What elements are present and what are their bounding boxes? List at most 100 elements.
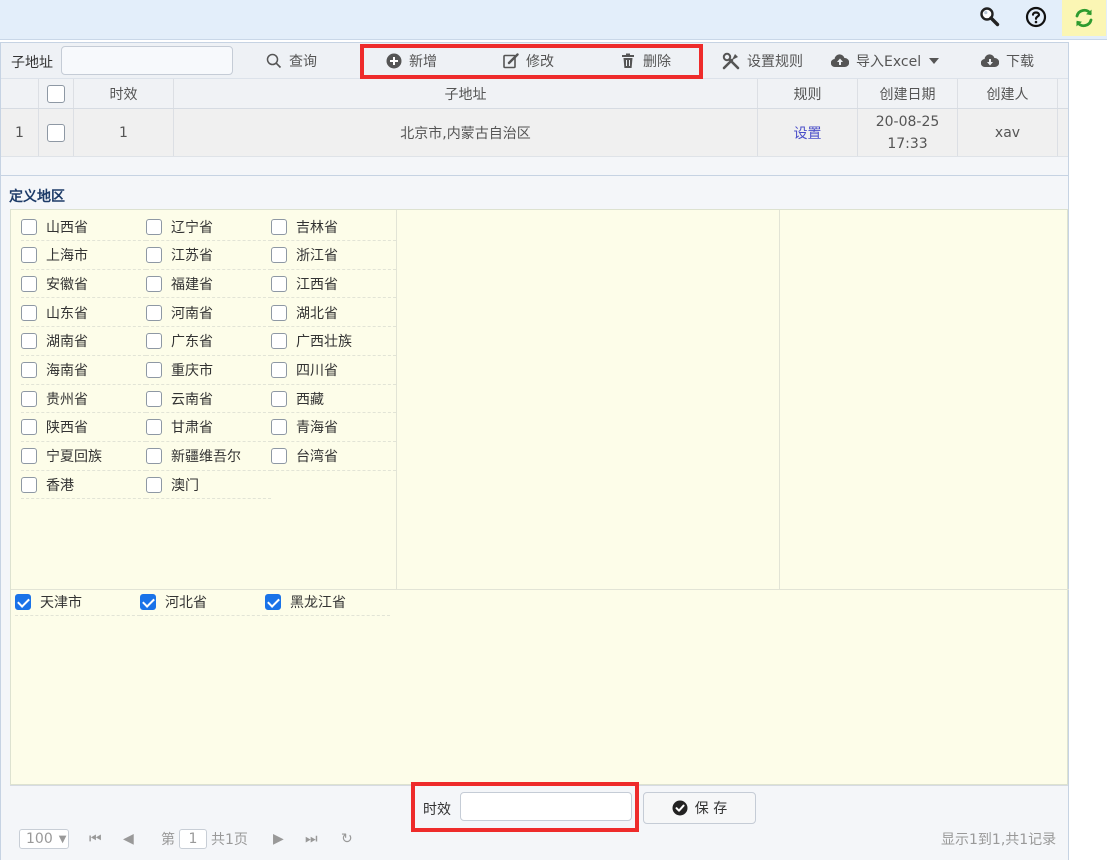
region-checkbox[interactable] <box>21 247 37 264</box>
region-checkbox-item[interactable]: 西藏 <box>271 385 396 414</box>
region-checkbox[interactable] <box>271 218 287 235</box>
region-checkbox[interactable] <box>21 304 37 321</box>
region-checkbox[interactable] <box>271 247 287 264</box>
add-button[interactable]: 新增 <box>386 51 437 71</box>
region-checkbox[interactable] <box>21 218 37 235</box>
region-checkbox[interactable] <box>21 333 37 350</box>
region-checkbox-item[interactable]: 陕西省 <box>21 414 146 442</box>
region-checkbox-item[interactable]: 江苏省 <box>146 242 271 270</box>
region-checkbox[interactable] <box>271 304 287 321</box>
region-checkbox[interactable] <box>271 390 287 407</box>
region-checkbox-item[interactable]: 香港 <box>21 471 146 500</box>
table-row[interactable]: 1 1 北京市,内蒙古自治区 设置 20-08-25 17:33 xav <box>1 109 1068 157</box>
region-checkbox-item[interactable]: 上海市 <box>21 242 146 270</box>
query-button[interactable]: 查询 <box>266 51 317 71</box>
region-checkbox-item[interactable]: 山西省 <box>21 213 146 241</box>
region-checkbox-item[interactable]: 广东省 <box>146 328 271 356</box>
region-checkbox-item[interactable]: 浙江省 <box>271 242 396 270</box>
region-checkbox[interactable] <box>21 390 37 407</box>
last-page-icon[interactable]: ⏭ <box>305 829 318 849</box>
region-checkbox[interactable] <box>21 419 37 436</box>
selected-region-checkbox[interactable] <box>15 593 31 610</box>
region-checkbox[interactable] <box>146 247 162 264</box>
region-checkbox[interactable] <box>271 362 287 378</box>
region-checkbox-item[interactable]: 湖南省 <box>21 328 146 356</box>
selected-region-item[interactable]: 天津市 <box>15 588 140 616</box>
region-checkbox-item[interactable]: 贵州省 <box>21 385 146 414</box>
selected-region-checkbox[interactable] <box>140 593 156 610</box>
region-checkbox-item[interactable]: 澳门 <box>146 471 271 500</box>
grid-empty-area <box>1 157 1068 175</box>
region-checkbox[interactable] <box>146 333 162 350</box>
region-checkbox[interactable] <box>271 333 287 350</box>
region-label: 甘肃省 <box>171 420 213 437</box>
region-checkbox-item[interactable]: 青海省 <box>271 414 396 442</box>
region-checkbox-item[interactable]: 河南省 <box>146 299 271 328</box>
page-number-input[interactable]: 1 <box>179 829 207 849</box>
row-checkbox[interactable] <box>47 123 65 142</box>
first-page-icon[interactable]: ⏮ <box>89 829 102 849</box>
prev-page-icon[interactable]: ◀ <box>123 829 134 849</box>
region-checkbox-item[interactable]: 新疆维吾尔 <box>146 443 271 471</box>
selected-region-item[interactable]: 河北省 <box>140 588 265 616</box>
region-checkbox-item[interactable]: 重庆市 <box>146 357 271 385</box>
selected-region-item[interactable]: 黑龙江省 <box>265 588 390 616</box>
region-checkbox[interactable] <box>146 390 162 407</box>
region-label: 广西壮族 <box>296 334 352 351</box>
region-checkbox-item[interactable]: 海南省 <box>21 357 146 385</box>
region-checkbox[interactable] <box>146 419 162 436</box>
region-checkbox[interactable] <box>146 218 162 235</box>
region-checkbox[interactable] <box>21 362 37 378</box>
search-icon[interactable] <box>975 0 1005 34</box>
region-checkbox-item[interactable]: 台湾省 <box>271 443 396 471</box>
add-label: 新增 <box>409 54 437 70</box>
reload-icon[interactable]: ↻ <box>341 829 353 849</box>
region-checkbox[interactable] <box>21 275 37 292</box>
region-checkbox-item[interactable]: 吉林省 <box>271 213 396 241</box>
region-checkbox[interactable] <box>271 275 287 292</box>
region-checkbox-item[interactable]: 云南省 <box>146 385 271 414</box>
region-checkbox-item[interactable]: 宁夏回族 <box>21 443 146 471</box>
next-page-icon[interactable]: ▶ <box>273 829 284 849</box>
region-checkbox[interactable] <box>271 448 287 465</box>
set-rules-button[interactable]: 设置规则 <box>722 51 803 71</box>
region-checkbox[interactable] <box>271 419 287 436</box>
column-header-timeliness[interactable]: 时效 <box>74 79 174 108</box>
record-summary: 显示1到1,共1记录 <box>941 832 1057 848</box>
column-header-sub-address[interactable]: 子地址 <box>174 79 758 108</box>
region-checkbox-item[interactable]: 广西壮族 <box>271 328 396 356</box>
help-icon[interactable] <box>1021 0 1051 34</box>
column-header-rule[interactable]: 规则 <box>758 79 858 108</box>
region-checkbox-item[interactable]: 甘肃省 <box>146 414 271 442</box>
region-checkbox-item[interactable]: 湖北省 <box>271 299 396 328</box>
download-button[interactable]: 下载 <box>981 51 1034 71</box>
region-checkbox-item[interactable]: 安徽省 <box>21 270 146 299</box>
sub-address-filter-input[interactable] <box>61 46 233 75</box>
timeliness-input[interactable] <box>460 792 632 821</box>
column-header-creator[interactable]: 创建人 <box>958 79 1058 108</box>
region-checkbox[interactable] <box>146 476 162 493</box>
region-checkbox[interactable] <box>146 275 162 292</box>
search-icon <box>266 53 282 69</box>
region-checkbox[interactable] <box>146 362 162 378</box>
region-checkbox[interactable] <box>146 304 162 321</box>
region-checkbox[interactable] <box>146 448 162 465</box>
region-checkbox-item[interactable]: 辽宁省 <box>146 213 271 241</box>
region-checkbox-item[interactable]: 四川省 <box>271 357 396 385</box>
region-label: 宁夏回族 <box>46 449 102 466</box>
set-rule-link[interactable]: 设置 <box>794 123 822 143</box>
page-size-select[interactable]: 100 ▼ <box>19 829 69 849</box>
import-excel-button[interactable]: 导入Excel <box>831 51 940 71</box>
column-header-created-date[interactable]: 创建日期 <box>858 79 958 108</box>
save-button[interactable]: 保 存 <box>643 792 756 824</box>
selected-region-checkbox[interactable] <box>265 593 281 610</box>
region-checkbox[interactable] <box>21 448 37 465</box>
delete-button[interactable]: 删除 <box>620 51 671 71</box>
edit-button[interactable]: 修改 <box>503 51 554 71</box>
region-checkbox[interactable] <box>21 476 37 493</box>
select-all-checkbox[interactable] <box>47 84 65 103</box>
refresh-icon[interactable] <box>1062 0 1106 36</box>
region-checkbox-item[interactable]: 山东省 <box>21 299 146 328</box>
region-checkbox-item[interactable]: 福建省 <box>146 270 271 299</box>
region-checkbox-item[interactable]: 江西省 <box>271 270 396 299</box>
